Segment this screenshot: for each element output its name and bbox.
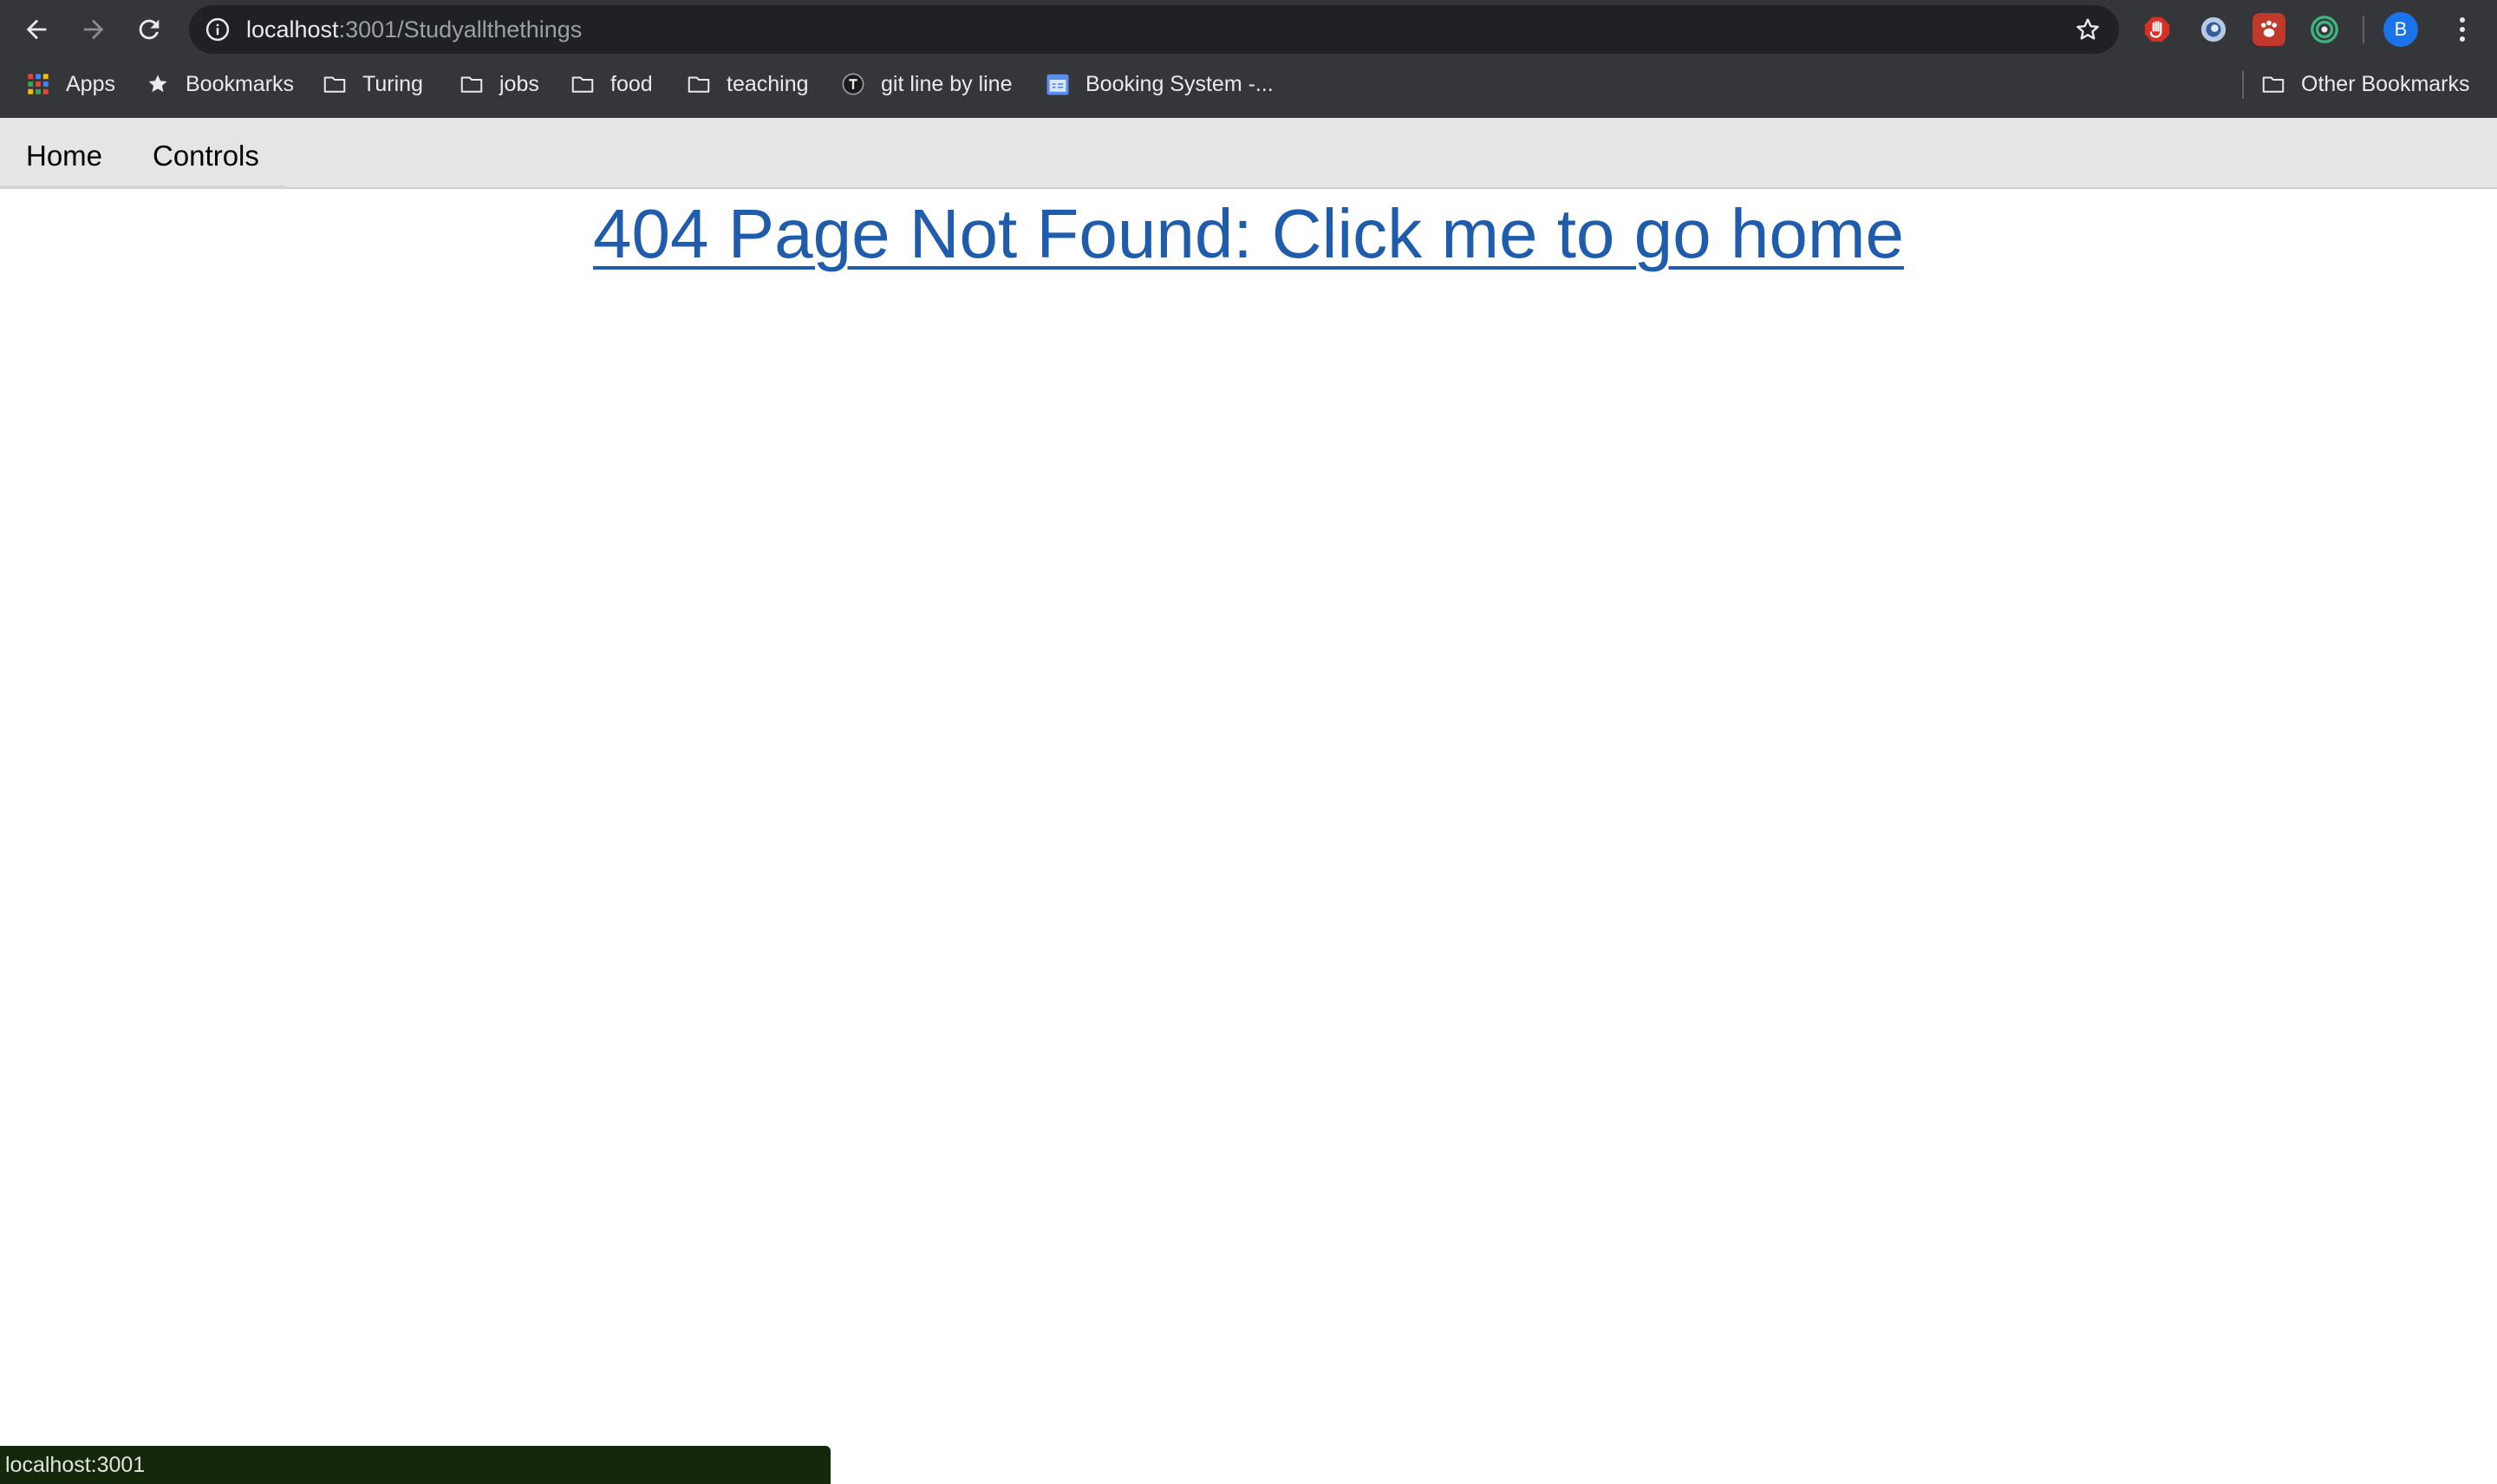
- browser-menu-icon[interactable]: [2445, 12, 2480, 47]
- bookmark-label: Bookmarks: [186, 71, 295, 96]
- bookmark-label: jobs: [499, 71, 539, 96]
- swirl-extension-icon[interactable]: [2197, 13, 2230, 46]
- url-path: :3001/Studyallthethings: [338, 16, 583, 42]
- nav-home-link[interactable]: Home: [26, 118, 102, 187]
- bookmark-git-line-by-line[interactable]: git line by line: [839, 59, 1012, 109]
- forward-button[interactable]: [73, 9, 114, 50]
- star-icon: [144, 70, 172, 98]
- folder-icon: [569, 70, 597, 98]
- forward-arrow-icon: [83, 19, 104, 40]
- bookmark-bookmarks[interactable]: Bookmarks: [144, 59, 294, 109]
- back-arrow-icon: [26, 19, 47, 40]
- site-favicon: [839, 70, 867, 98]
- bookmark-turing[interactable]: Turing: [321, 59, 423, 109]
- bookmark-label: teaching: [727, 71, 809, 96]
- target-extension-icon[interactable]: [2308, 13, 2341, 46]
- reload-button[interactable]: [128, 9, 170, 50]
- bookmark-label: Booking System -...: [1086, 71, 1274, 96]
- url-host: localhost: [246, 16, 339, 42]
- other-bookmarks[interactable]: Other Bookmarks: [2259, 59, 2470, 109]
- info-icon[interactable]: [205, 16, 231, 42]
- app-nav-bar: Home Controls: [0, 118, 2497, 189]
- bookmark-star-icon[interactable]: [2074, 16, 2102, 43]
- toolbar-divider: [2363, 16, 2364, 43]
- apps-grid-icon: [24, 70, 52, 98]
- calendar-icon: [1044, 70, 1072, 98]
- not-found-home-link[interactable]: 404 Page Not Found: Click me to go home: [0, 191, 2497, 277]
- bookmark-label: food: [610, 71, 653, 96]
- adblock-icon[interactable]: [2141, 13, 2174, 46]
- bookmark-food[interactable]: food: [569, 59, 653, 109]
- reload-icon: [139, 19, 160, 40]
- bookmarks-bar: Apps Bookmarks Turing jobs food teaching: [0, 59, 2497, 118]
- profile-avatar[interactable]: B: [2383, 12, 2418, 47]
- url-text[interactable]: localhost:3001/Studyallthethings: [246, 5, 582, 54]
- browser-toolbar: localhost:3001/Studyallthethings B: [0, 0, 2497, 59]
- paw-extension-icon[interactable]: [2253, 13, 2285, 46]
- status-url-bubble: localhost:3001: [0, 1446, 831, 1484]
- folder-icon: [458, 70, 486, 98]
- bookmark-label: Apps: [66, 71, 115, 96]
- bookmarks-divider: [2242, 71, 2244, 99]
- folder-icon: [2259, 70, 2287, 98]
- bookmark-jobs[interactable]: jobs: [458, 59, 539, 109]
- bookmark-teaching[interactable]: teaching: [685, 59, 809, 109]
- nav-controls-link[interactable]: Controls: [153, 118, 259, 187]
- bookmark-label: git line by line: [881, 71, 1013, 96]
- bookmark-booking-system[interactable]: Booking System -...: [1044, 59, 1274, 109]
- folder-icon: [321, 70, 349, 98]
- bookmark-apps[interactable]: Apps: [24, 59, 115, 109]
- back-button[interactable]: [16, 9, 57, 50]
- folder-icon: [685, 70, 713, 98]
- bookmark-label: Turing: [362, 71, 423, 96]
- nav-underline: [0, 186, 286, 189]
- other-bookmarks-label: Other Bookmarks: [2301, 71, 2470, 96]
- address-bar[interactable]: localhost:3001/Studyallthethings: [189, 5, 2119, 54]
